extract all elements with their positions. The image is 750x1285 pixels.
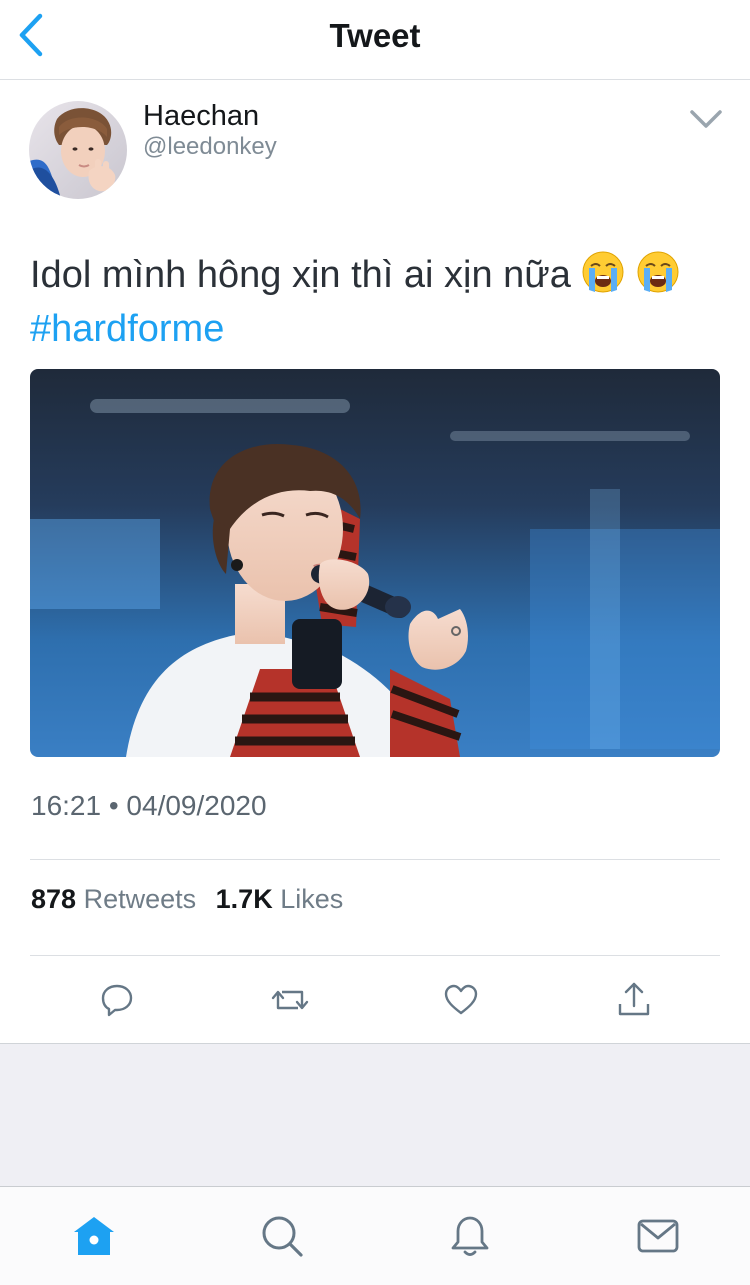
tab-search[interactable]: [258, 1212, 306, 1260]
share-icon: [618, 982, 650, 1016]
tab-home[interactable]: [70, 1212, 118, 1260]
crying-face-emoji-icon: [582, 251, 624, 293]
tweet-stats: 878 Retweets 1.7K Likes: [31, 884, 355, 915]
author-handle[interactable]: @leedonkey: [143, 133, 277, 161]
avatar[interactable]: [29, 101, 127, 199]
reply-icon: [101, 984, 133, 1017]
tab-messages[interactable]: [634, 1212, 682, 1260]
retweets-count: 878: [31, 884, 77, 914]
tweet-photo[interactable]: [30, 369, 720, 757]
chevron-down-icon: [690, 110, 722, 128]
likes-count: 1.7K: [215, 884, 273, 914]
like-button[interactable]: [441, 980, 481, 1020]
search-icon: [262, 1216, 303, 1257]
divider: [30, 955, 720, 956]
author-name[interactable]: Haechan: [143, 100, 259, 133]
notifications-icon: [451, 1216, 489, 1256]
empty-area: [0, 1043, 750, 1186]
page-title: Tweet: [329, 17, 421, 54]
retweets-stat[interactable]: 878 Retweets: [31, 884, 196, 914]
likes-label: Likes: [280, 884, 344, 914]
share-button[interactable]: [614, 980, 654, 1020]
retweet-icon: [271, 990, 309, 1010]
hashtag-link[interactable]: #hardforme: [30, 308, 224, 350]
likes-stat[interactable]: 1.7K Likes: [216, 884, 344, 914]
home-icon: [74, 1217, 114, 1255]
crying-face-emoji-icon: [637, 251, 679, 293]
tweet-text-body: Idol mình hông xịn thì ai xịn nữa: [30, 254, 571, 296]
reply-button[interactable]: [97, 980, 137, 1020]
top-nav: Tweet: [0, 0, 750, 80]
tab-notifications[interactable]: [446, 1212, 494, 1260]
tweet-timestamp: 16:21 • 04/09/2020: [31, 790, 267, 821]
retweet-button[interactable]: [270, 980, 310, 1020]
more-options-button[interactable]: [686, 104, 726, 134]
heart-icon: [444, 984, 478, 1015]
retweets-label: Retweets: [83, 884, 197, 914]
divider: [30, 859, 720, 860]
messages-icon: [637, 1219, 679, 1253]
tweet-text: Idol mình hông xịn thì ai xịn nữa #hardf…: [30, 248, 720, 356]
